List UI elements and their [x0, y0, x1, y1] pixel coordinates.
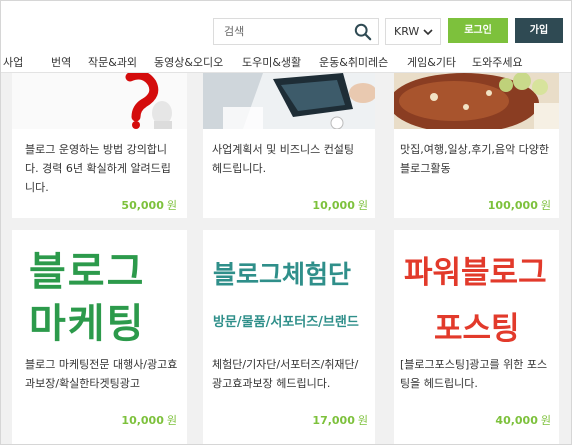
- nav-item-helper-life[interactable]: 도우미&생활: [242, 54, 301, 70]
- nav-item-video-audio[interactable]: 동영상&오디오: [154, 54, 223, 70]
- price-unit: 원: [540, 414, 551, 427]
- thumbnail-text: 방문/물품/서포터즈/브랜드: [213, 315, 359, 330]
- card-price: 10,000 원: [32, 412, 177, 428]
- card-thumbnail: 파워블로그 포스팅: [394, 233, 559, 347]
- join-button[interactable]: 가입: [515, 18, 563, 43]
- service-card[interactable]: 사업계획서 및 비즈니스 컨설팅 헤드립니다. 10,000 원: [203, 73, 375, 218]
- card-description: 블로그 마케팅전문 대행사/광고효과보장/확실한타겟팅광고: [25, 358, 178, 390]
- question-figure-image: [12, 73, 187, 129]
- header: KRW 로그인 가입 사업 번역 작문&과외 동영상&오디오 도우미&생활 운동…: [1, 1, 571, 73]
- service-card[interactable]: 블로그체험단 방문/물품/서포터즈/브랜드 체험단/기자단/서포터즈/취재단/ …: [203, 230, 375, 445]
- card-description: 맛집,여행,일상,후기,음악 다양한블로그활동: [400, 143, 550, 175]
- chevron-down-icon: [423, 29, 433, 36]
- service-card[interactable]: 블로그 마케팅 블로그 마케팅전문 대행사/광고효과보장/확실한타겟팅광고 10…: [12, 230, 187, 445]
- price-unit: 원: [166, 414, 177, 427]
- card-description: 체험단/기자단/서포터즈/취재단/ 광고효과보장 헤드립니다.: [212, 358, 359, 390]
- thumbnail-text: 포스팅: [434, 311, 520, 347]
- price-amount: 40,000: [495, 414, 538, 427]
- price-unit: 원: [357, 199, 368, 212]
- nav-item-business[interactable]: 사업: [3, 54, 23, 70]
- price-amount: 100,000: [487, 199, 538, 212]
- login-button[interactable]: 로그인: [448, 18, 508, 43]
- price-amount: 10,000: [121, 414, 164, 427]
- price-amount: 10,000: [312, 199, 355, 212]
- nav-item-game-etc[interactable]: 게임&기타: [407, 54, 456, 70]
- search-icon[interactable]: [354, 23, 372, 41]
- price-unit: 원: [166, 199, 177, 212]
- card-price: 50,000 원: [32, 197, 177, 213]
- search-box[interactable]: [213, 18, 379, 45]
- card-price: 100,000 원: [404, 197, 551, 213]
- nav-item-writing[interactable]: 작문&과외: [88, 54, 137, 70]
- card-price: 10,000 원: [223, 197, 368, 213]
- price-unit: 원: [540, 199, 551, 212]
- nav-item-help[interactable]: 도와주세요: [472, 54, 523, 70]
- card-price: 40,000 원: [404, 412, 551, 428]
- price-amount: 17,000: [312, 414, 355, 427]
- thumbnail-text: 마케팅: [29, 301, 146, 347]
- currency-select[interactable]: KRW: [385, 18, 441, 45]
- card-thumbnail: 블로그체험단 방문/물품/서포터즈/브랜드: [203, 233, 375, 347]
- card-thumbnail: 블로그 마케팅: [17, 233, 187, 347]
- service-card[interactable]: 블로그 운영하는 방법 강의합니다. 경력 6년 확실하게 알려드립니다. 50…: [12, 73, 187, 218]
- service-card[interactable]: 맛집,여행,일상,후기,음악 다양한블로그활동 100,000 원: [394, 73, 559, 218]
- currency-value: KRW: [394, 25, 420, 38]
- card-thumbnail: [394, 73, 559, 129]
- thumbnail-text: 블로그체험단: [213, 260, 352, 289]
- thumbnail-text: 파워블로그: [404, 255, 547, 291]
- thumbnail-text: 블로그: [29, 249, 146, 295]
- card-description: [블로그포스팅]광고를 위한 포스팅을 헤드립니다.: [400, 358, 548, 390]
- business-desk-image: [203, 73, 375, 129]
- card-description: 블로그 운영하는 방법 강의합니다. 경력 6년 확실하게 알려드립니다.: [25, 143, 171, 194]
- card-thumbnail: [12, 73, 187, 129]
- search-input[interactable]: [214, 19, 350, 44]
- service-card[interactable]: 파워블로그 포스팅 [블로그포스팅]광고를 위한 포스팅을 헤드립니다. 40,…: [394, 230, 559, 445]
- food-dish-image: [394, 73, 559, 129]
- card-price: 17,000 원: [223, 412, 368, 428]
- price-amount: 50,000: [121, 199, 164, 212]
- card-thumbnail: [203, 73, 375, 129]
- nav-item-translation[interactable]: 번역: [51, 54, 71, 70]
- nav-item-sports-hobby[interactable]: 운동&취미레슨: [319, 54, 388, 70]
- price-unit: 원: [357, 414, 368, 427]
- card-description: 사업계획서 및 비즈니스 컨설팅 헤드립니다.: [212, 143, 355, 175]
- category-nav: 사업 번역 작문&과외 동영상&오디오 도우미&생활 운동&취미레슨 게임&기타…: [1, 50, 571, 72]
